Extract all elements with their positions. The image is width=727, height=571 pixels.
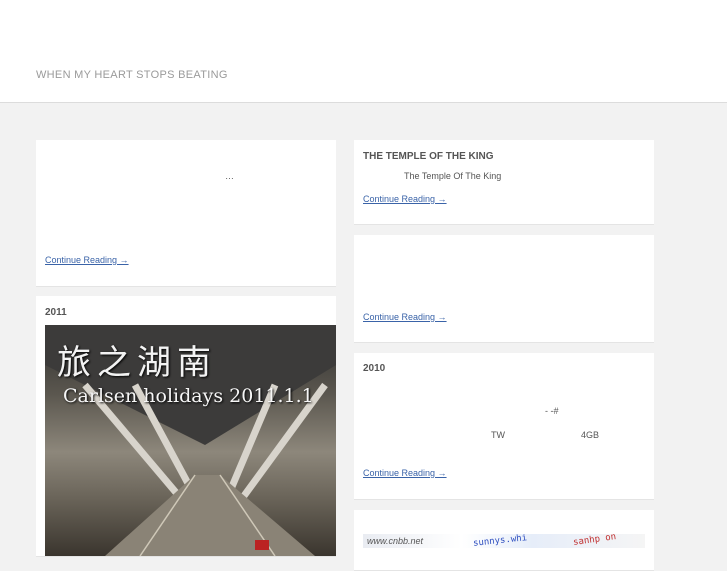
post-card: 2010 - -# TW 4GB Continue Reading →	[354, 353, 654, 500]
post-card: 2011 旅之湖南 Carlsen holidays 2011.1.1	[36, 296, 336, 557]
post-photo[interactable]: 旅之湖南 Carlsen holidays 2011.1.1	[45, 325, 336, 556]
post-title[interactable]: 2011	[45, 307, 67, 318]
post-excerpt: The Temple Of The King	[404, 171, 502, 181]
thumbnail-text: sunnys.whi	[472, 534, 528, 548]
post-excerpt: 4GB	[581, 430, 600, 440]
site-title-link[interactable]: WHEN MY HEART STOPS BEATING	[36, 69, 228, 81]
photo-title-chinese: 旅之湖南	[57, 343, 217, 383]
post-card: Continue Reading →	[354, 235, 654, 343]
post-card: www.cnbb.net sunnys.whi sanhp on	[354, 510, 654, 571]
post-card: … Continue Reading →	[36, 140, 336, 287]
post-thumbnail[interactable]: www.cnbb.net sunnys.whi sanhp on	[363, 534, 645, 548]
thumbnail-text: sanhp on	[572, 534, 617, 548]
photo-title-english: Carlsen holidays 2011.1.1	[63, 385, 314, 407]
post-excerpt: - -#	[545, 406, 559, 416]
post-excerpt: …	[225, 171, 234, 181]
post-title[interactable]: 2010	[363, 363, 385, 374]
continue-reading-link[interactable]: Continue Reading →	[363, 194, 447, 204]
post-title[interactable]: THE TEMPLE OF THE KING	[363, 151, 494, 162]
continue-reading-link[interactable]: Continue Reading →	[363, 312, 447, 322]
continue-reading-link[interactable]: Continue Reading →	[363, 468, 447, 478]
post-excerpt: TW	[491, 430, 505, 440]
continue-reading-link[interactable]: Continue Reading →	[45, 255, 129, 265]
site-header: WHEN MY HEART STOPS BEATING	[0, 0, 727, 103]
post-card: THE TEMPLE OF THE KING The Temple Of The…	[354, 140, 654, 225]
